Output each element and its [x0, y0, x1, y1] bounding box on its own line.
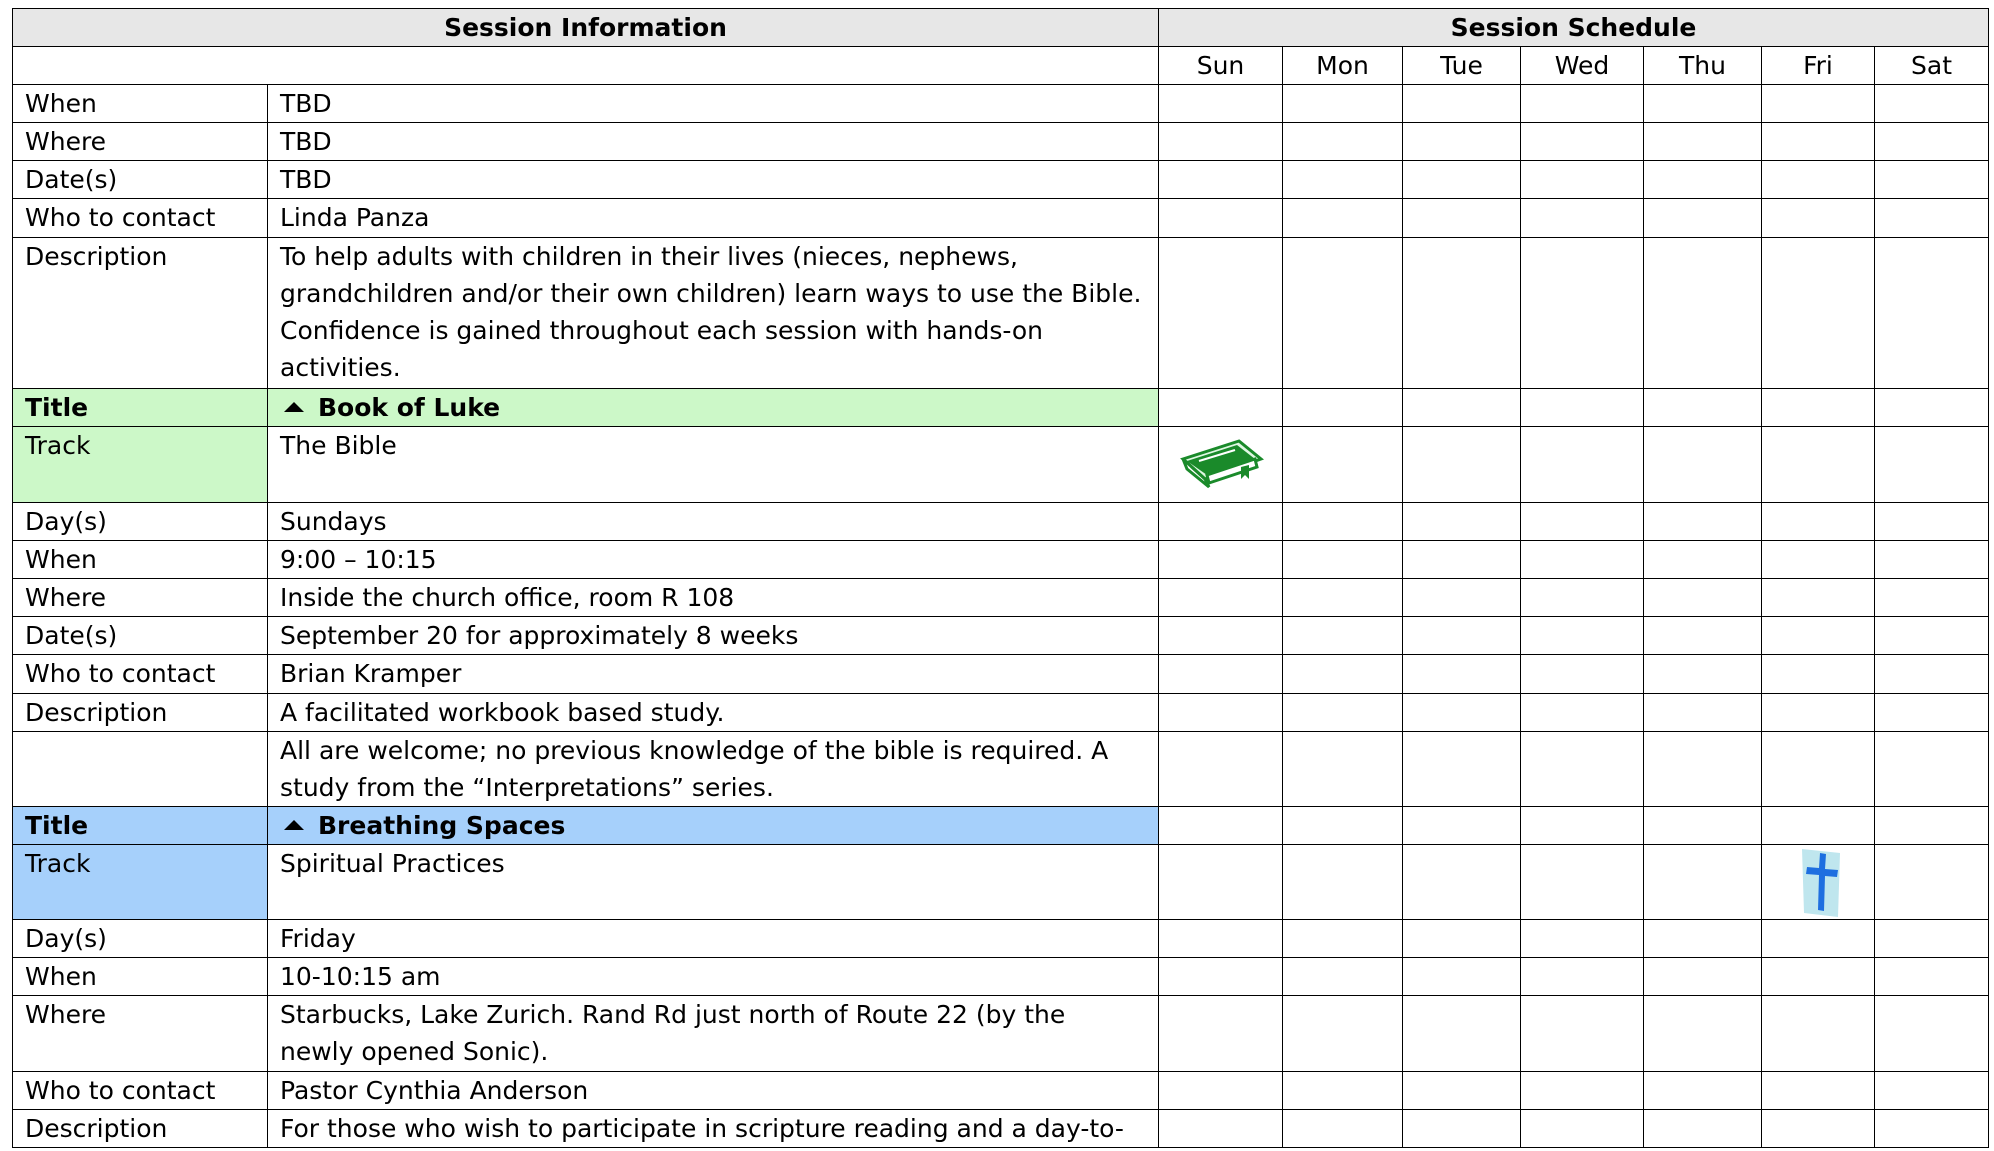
row-value: Sundays [267, 502, 1159, 541]
row-label: Where [12, 995, 268, 1072]
row-value: Inside the church office, room R 108 [267, 578, 1159, 617]
row-label-empty [12, 731, 268, 807]
text-line: To help adults with children in their li… [280, 242, 1018, 271]
row-label: When [12, 957, 268, 996]
text-line: All are welcome; no previous knowledge o… [280, 736, 1109, 765]
table-row: Who to contact Linda Panza [12, 198, 1989, 238]
table-row: All are welcome; no previous knowledge o… [12, 731, 1989, 807]
table-row: Title Breathing Spaces [12, 806, 1989, 845]
row-label: Date(s) [12, 616, 268, 655]
row-label: Day(s) [12, 502, 268, 541]
row-label: Day(s) [12, 919, 268, 958]
table-row: Where Inside the church office, room R 1… [12, 578, 1989, 617]
row-value-description: All are welcome; no previous knowledge o… [267, 731, 1159, 807]
row-value: Pastor Cynthia Anderson [267, 1071, 1159, 1110]
row-value: For those who wish to participate in scr… [267, 1109, 1159, 1148]
collapse-triangle-icon[interactable] [284, 819, 304, 830]
text-line: activities. [280, 353, 401, 382]
row-label: Where [12, 122, 268, 161]
day-header-thu: Thu [1643, 46, 1762, 85]
row-label: Where [12, 578, 268, 617]
row-label: Who to contact [12, 198, 268, 238]
title-label: Title [12, 388, 268, 427]
day-header-mon: Mon [1282, 46, 1403, 85]
table-row: When 10-10:15 am [12, 957, 1989, 996]
table-row: Where Starbucks, Lake Zurich. Rand Rd ju… [12, 995, 1989, 1072]
table-row: Day(s) Sundays [12, 502, 1989, 541]
text-line: Starbucks, Lake Zurich. Rand Rd just nor… [280, 1000, 1066, 1029]
row-value: September 20 for approximately 8 weeks [267, 616, 1159, 655]
row-label: Date(s) [12, 160, 268, 199]
table-row: Track The Bible [12, 426, 1989, 503]
day-header-sat: Sat [1874, 46, 1989, 85]
track-label: Track [12, 426, 268, 503]
row-label: When [12, 540, 268, 579]
session-schedule-header: Session Schedule [1158, 8, 1989, 47]
blank-cell [12, 46, 1159, 85]
text-line: study from the “Interpretations” series. [280, 773, 774, 802]
table-row: When 9:00 – 10:15 [12, 540, 1989, 579]
text-line: Confidence is gained throughout each ses… [280, 316, 1043, 345]
table-row: Description For those who wish to partic… [12, 1109, 1989, 1148]
day-header-wed: Wed [1520, 46, 1644, 85]
row-label: Who to contact [12, 654, 268, 694]
row-value: Friday [267, 919, 1159, 958]
text-line: newly opened Sonic). [280, 1037, 549, 1066]
cross-icon [1802, 849, 1840, 917]
text-line: grandchildren and/or their own children)… [280, 279, 1142, 308]
table-row: Description To help adults with children… [12, 237, 1989, 389]
session-title: Breathing Spaces [267, 806, 1159, 845]
track-value: The Bible [267, 426, 1159, 503]
table-row: Date(s) TBD [12, 160, 1989, 199]
row-value: TBD [267, 122, 1159, 161]
day-header-fri: Fri [1761, 46, 1875, 85]
row-value: 9:00 – 10:15 [267, 540, 1159, 579]
session-information-header: Session Information [12, 8, 1159, 47]
collapse-triangle-icon[interactable] [284, 401, 304, 412]
row-value: Linda Panza [267, 198, 1159, 238]
table-row: Who to contact Pastor Cynthia Anderson [12, 1071, 1989, 1110]
row-value-description: To help adults with children in their li… [267, 237, 1159, 389]
table-row: Where TBD [12, 122, 1989, 161]
table-row: Track Spiritual Practices [12, 844, 1989, 920]
row-value: TBD [267, 84, 1159, 123]
row-value: Brian Kramper [267, 654, 1159, 694]
table-row: Day(s) Friday [12, 919, 1989, 958]
bible-book-icon [1180, 439, 1265, 489]
session-table: Session Information Session Schedule Sun… [12, 8, 1989, 1148]
day-header-sun: Sun [1158, 46, 1283, 85]
title-label: Title [12, 806, 268, 845]
table-row: Who to contact Brian Kramper [12, 654, 1989, 694]
table-row: Date(s) September 20 for approximately 8… [12, 616, 1989, 655]
schedule-cell-fri [1761, 844, 1875, 920]
table-row: Description A facilitated workbook based… [12, 693, 1989, 732]
row-value: TBD [267, 160, 1159, 199]
schedule-cell-sun [1158, 426, 1283, 503]
row-label: Who to contact [12, 1071, 268, 1110]
track-label: Track [12, 844, 268, 920]
table-row: When TBD [12, 84, 1989, 123]
row-label: Description [12, 693, 268, 732]
table-row: Title Book of Luke [12, 388, 1989, 427]
row-value: 10-10:15 am [267, 957, 1159, 996]
row-label: Description [12, 1109, 268, 1148]
row-label: When [12, 84, 268, 123]
session-title: Book of Luke [267, 388, 1159, 427]
row-value: Starbucks, Lake Zurich. Rand Rd just nor… [267, 995, 1159, 1072]
track-value: Spiritual Practices [267, 844, 1159, 920]
row-label: Description [12, 237, 268, 389]
day-header-tue: Tue [1402, 46, 1521, 85]
row-value: A facilitated workbook based study. [267, 693, 1159, 732]
